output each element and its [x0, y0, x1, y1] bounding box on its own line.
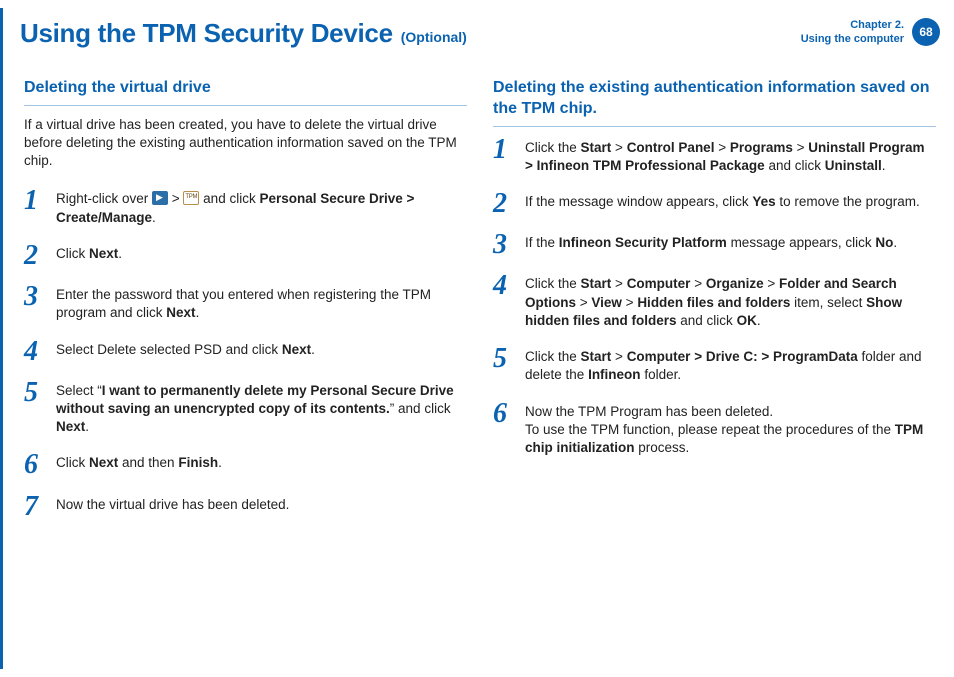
step: 2 If the message window appears, click Ye…: [493, 191, 936, 216]
step: 2 Click Next.: [24, 243, 467, 268]
section-title-right: Deleting the existing authentication inf…: [493, 78, 936, 127]
right-steps: 1 Click the Start > Control Panel > Progr…: [493, 137, 936, 458]
tpm-icon: [183, 191, 199, 205]
right-column: Deleting the existing authentication inf…: [493, 78, 936, 519]
step-body: Click the Start > Computer > Organize > …: [525, 273, 936, 330]
step: 4 Click the Start > Computer > Organize >…: [493, 273, 936, 330]
step-number: 5: [24, 380, 46, 405]
step-body: Click the Start > Control Panel > Progra…: [525, 137, 936, 175]
chapter-text: Chapter 2. Using the computer: [801, 18, 904, 47]
page-subtitle: (Optional): [401, 29, 467, 45]
step: 4 Select Delete selected PSD and click Ne…: [24, 339, 467, 364]
step: 6 Click Next and then Finish.: [24, 452, 467, 477]
taskbar-icon: [152, 191, 168, 205]
step: 5 Click the Start > Computer > Drive C: >…: [493, 346, 936, 384]
step-number: 6: [24, 452, 46, 477]
left-steps: 1 Right-click over > and click Personal S…: [24, 188, 467, 518]
step-number: 6: [493, 401, 515, 426]
page-number-badge: 68: [912, 18, 940, 46]
left-column: Deleting the virtual drive If a virtual …: [24, 78, 467, 519]
step: 3 Enter the password that you entered whe…: [24, 284, 467, 322]
step-body: Click Next and then Finish.: [56, 452, 222, 472]
step: 1 Click the Start > Control Panel > Progr…: [493, 137, 936, 175]
step-number: 2: [493, 191, 515, 216]
step-body: If the message window appears, click Yes…: [525, 191, 920, 211]
chapter-line1: Chapter 2.: [801, 18, 904, 32]
step-number: 3: [24, 284, 46, 309]
step-number: 7: [24, 494, 46, 519]
page-header: Using the TPM Security Device (Optional)…: [20, 18, 940, 49]
step-body: Click the Start > Computer > Drive C: > …: [525, 346, 936, 384]
page-edge-bar: [0, 8, 3, 669]
step: 3 If the Infineon Security Platform messa…: [493, 232, 936, 257]
step-number: 1: [24, 188, 46, 213]
step-body: Now the TPM Program has been deleted.To …: [525, 401, 936, 458]
section-title-left: Deleting the virtual drive: [24, 78, 467, 106]
step-number: 1: [493, 137, 515, 162]
step-body: Right-click over > and click Personal Se…: [56, 188, 467, 226]
step-body: Enter the password that you entered when…: [56, 284, 467, 322]
step: 6 Now the TPM Program has been deleted.To…: [493, 401, 936, 458]
step-number: 4: [493, 273, 515, 298]
step-body: Select Delete selected PSD and click Nex…: [56, 339, 315, 359]
section-intro-left: If a virtual drive has been created, you…: [24, 116, 467, 171]
step-body: Click Next.: [56, 243, 122, 263]
step-body: If the Infineon Security Platform messag…: [525, 232, 897, 252]
chapter-line2: Using the computer: [801, 32, 904, 46]
step: 1 Right-click over > and click Personal S…: [24, 188, 467, 226]
page-title: Using the TPM Security Device: [20, 18, 393, 49]
content-columns: Deleting the virtual drive If a virtual …: [24, 78, 936, 519]
step-number: 3: [493, 232, 515, 257]
chapter-block: Chapter 2. Using the computer 68: [801, 18, 940, 47]
title-block: Using the TPM Security Device (Optional): [20, 18, 467, 49]
step-body: Select “I want to permanently delete my …: [56, 380, 467, 437]
step-number: 4: [24, 339, 46, 364]
step: 7 Now the virtual drive has been deleted.: [24, 494, 467, 519]
step: 5 Select “I want to permanently delete my…: [24, 380, 467, 437]
step-number: 5: [493, 346, 515, 371]
step-number: 2: [24, 243, 46, 268]
step-body: Now the virtual drive has been deleted.: [56, 494, 289, 514]
